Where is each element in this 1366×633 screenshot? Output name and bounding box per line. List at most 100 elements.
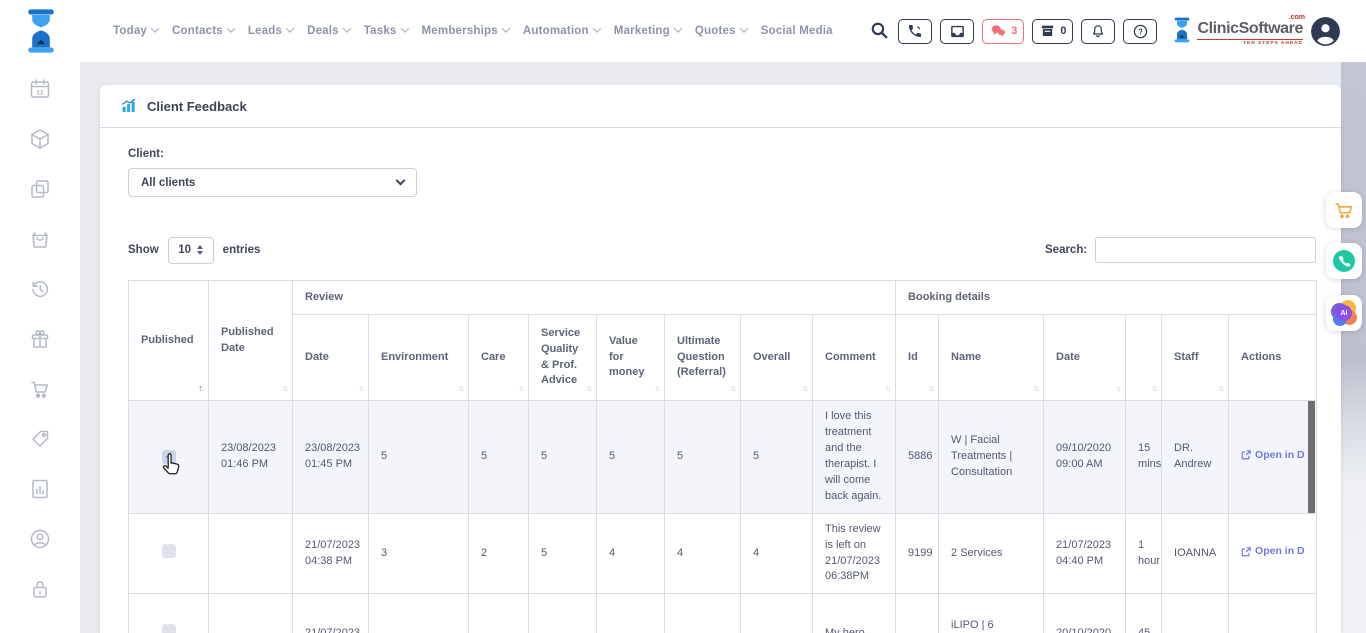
cart-icon[interactable] (28, 377, 52, 401)
avatar-person-icon (1311, 17, 1340, 46)
search-input[interactable] (1095, 237, 1316, 263)
nav-today[interactable]: Today (113, 25, 158, 37)
clinic-software-app: Today Contacts Leads Deals Tasks Members… (0, 0, 1366, 633)
published-checkbox[interactable] (162, 624, 176, 633)
col-header-published-date[interactable]: Published Date (209, 281, 293, 401)
nav-quotes[interactable]: Quotes (695, 25, 747, 37)
basket-icon[interactable] (28, 227, 52, 251)
page-size-select[interactable]: 10 (168, 237, 214, 264)
col-header-review-date[interactable]: Date (293, 315, 369, 401)
col-header-name[interactable]: Name (939, 315, 1044, 401)
nav-memberships[interactable]: Memberships (422, 25, 509, 37)
service-quality-cell: 5 (529, 401, 597, 514)
lock-icon[interactable] (28, 577, 52, 601)
col-header-staff[interactable]: Staff (1162, 315, 1229, 401)
care-cell (469, 594, 529, 633)
published-checkbox-cell: ✓ (129, 401, 209, 514)
feedback-table-wrap: Published Published Date Review Booking … (128, 280, 1316, 633)
table-scrollbar-thumb[interactable] (1308, 401, 1315, 513)
nav-leads[interactable]: Leads (248, 25, 293, 37)
page-title: Client Feedback (147, 99, 247, 114)
col-header-id[interactable]: Id (896, 315, 939, 401)
logo-hourglass-icon (1171, 16, 1193, 44)
chevron-down-icon (739, 24, 747, 32)
page-scrollbar[interactable] (1341, 62, 1366, 633)
client-select[interactable]: All clients (128, 168, 417, 197)
value-for-money-cell: 4 (597, 513, 665, 594)
col-header-comment[interactable]: Comment (813, 315, 896, 401)
value-for-money-cell: 5 (597, 401, 665, 514)
booking-date-cell: 09/10/2020 09:00 AM (1044, 401, 1126, 514)
col-header-environment[interactable]: Environment (369, 315, 469, 401)
comment-cell: I love this treatment and the therapist.… (813, 401, 896, 514)
pos-button[interactable]: 0 (1032, 19, 1073, 44)
published-checkbox[interactable]: ✓ (162, 450, 176, 464)
top-header: Today Contacts Leads Deals Tasks Members… (0, 0, 1366, 62)
sort-icon (198, 382, 203, 395)
chart-icon (120, 97, 138, 115)
cart-icon (1333, 199, 1355, 221)
col-header-ultimate-question[interactable]: Ultimate Question (Referral) (665, 315, 741, 401)
notifications-button[interactable] (1081, 19, 1115, 44)
col-header-published[interactable]: Published (129, 281, 209, 401)
nav-marketing[interactable]: Marketing (614, 25, 681, 37)
client-filter-section: Client: All clients (128, 148, 417, 197)
open-in-diary-link[interactable]: Open in D (1241, 544, 1305, 559)
col-header-care[interactable]: Care (469, 315, 529, 401)
sort-icon (586, 382, 591, 395)
chevron-down-icon (400, 24, 408, 32)
published-checkbox-cell (129, 513, 209, 594)
inbox-button[interactable] (940, 19, 974, 44)
open-in-diary-link[interactable]: Open in D (1241, 448, 1305, 463)
chevron-down-icon (343, 24, 351, 32)
floating-cart-button[interactable] (1326, 192, 1362, 228)
col-header-value-for-money[interactable]: Value for money (597, 315, 665, 401)
bell-icon (1090, 23, 1106, 40)
chevron-down-icon (674, 24, 682, 32)
nav-deals[interactable]: Deals (307, 25, 350, 37)
sort-icon (282, 382, 287, 395)
user-avatar[interactable] (1311, 17, 1340, 46)
package-icon[interactable] (28, 127, 52, 151)
col-header-overall[interactable]: Overall (741, 315, 813, 401)
overall-cell (741, 594, 813, 633)
search-icon[interactable] (870, 21, 890, 41)
svg-text:?: ? (1138, 27, 1143, 36)
service-quality-cell (529, 594, 597, 633)
duplicate-icon[interactable] (28, 177, 52, 201)
nav-automation[interactable]: Automation (523, 25, 600, 37)
booking-name-cell: 2 Services (939, 513, 1044, 594)
report-icon[interactable] (28, 477, 52, 501)
open-external-icon (1241, 547, 1251, 557)
phone-button[interactable] (898, 19, 932, 44)
col-header-service-quality[interactable]: Service Quality & Prof. Advice (529, 315, 597, 401)
show-label: Show (128, 244, 159, 256)
published-date-cell: 23/08/2023 01:46 PM (209, 401, 293, 514)
published-checkbox[interactable] (162, 544, 176, 558)
account-icon[interactable] (28, 527, 52, 551)
col-header-booking-date[interactable]: Date (1044, 315, 1126, 401)
history-icon[interactable] (28, 277, 52, 301)
brand-hourglass-icon[interactable] (18, 7, 64, 55)
sort-icon (928, 382, 933, 395)
floating-call-button[interactable] (1326, 243, 1362, 279)
calendar-icon[interactable]: 12 (28, 77, 52, 101)
staff-cell (1162, 594, 1229, 633)
chat-button[interactable]: 3 (982, 19, 1024, 44)
floating-ai-button[interactable]: AI (1326, 295, 1362, 331)
nav-social-media[interactable]: Social Media (761, 25, 833, 37)
sort-icon (1218, 382, 1223, 395)
pos-count-badge: 0 (1060, 25, 1066, 37)
col-header-duration[interactable] (1126, 315, 1162, 401)
actions-cell: Open in D (1229, 513, 1317, 594)
ultimate-question-cell: 4 (665, 513, 741, 594)
duration-cell: 15 mins (1126, 401, 1162, 514)
nav-contacts[interactable]: Contacts (172, 25, 234, 37)
sort-icon (885, 382, 890, 395)
tags-icon[interactable] (28, 427, 52, 451)
nav-tasks[interactable]: Tasks (364, 25, 408, 37)
gift-icon[interactable] (28, 327, 52, 351)
help-button[interactable]: ? (1123, 19, 1157, 44)
client-feedback-card: Client Feedback Client: All clients Show… (100, 85, 1341, 633)
comment-cell: This review is left on 21/07/2023 06:38P… (813, 513, 896, 594)
